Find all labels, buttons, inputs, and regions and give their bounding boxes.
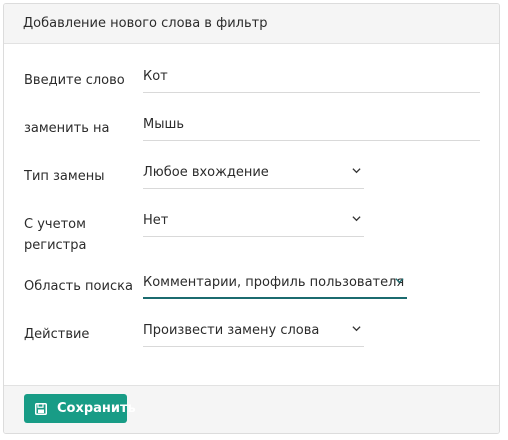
replace-input-value: Мышь (143, 117, 185, 132)
action-label: Действие (24, 327, 90, 342)
action-value: Произвести замену слова (143, 323, 320, 338)
chevron-down-icon (352, 168, 361, 174)
replace-type-label: Тип замены (24, 169, 105, 184)
word-input[interactable]: Кот (143, 65, 480, 93)
search-scope-label: Область поиска (24, 279, 133, 294)
chevron-down-icon (352, 216, 361, 222)
chevron-down-icon (352, 326, 361, 332)
add-word-filter-panel: Добавление нового слова в фильтр Введите… (3, 3, 500, 434)
save-button-label: Сохранить (57, 401, 136, 416)
floppy-disk-icon (35, 403, 47, 415)
search-scope-value: Комментарии, профиль пользователя (143, 275, 405, 290)
replace-type-select[interactable]: Любое вхождение (143, 161, 364, 189)
search-scope-select[interactable]: Комментарии, профиль пользователя (143, 271, 407, 299)
save-button[interactable]: Сохранить (24, 394, 136, 423)
case-label-line2: регистра (24, 238, 87, 253)
panel-header: Добавление нового слова в фильтр (4, 4, 499, 44)
word-input-value: Кот (143, 69, 168, 84)
action-select[interactable]: Произвести замену слова (143, 319, 364, 347)
replace-input[interactable]: Мышь (143, 113, 480, 141)
word-label: Введите слово (24, 73, 125, 88)
replace-type-value: Любое вхождение (143, 165, 269, 180)
case-label-line1: С учетом (24, 217, 86, 232)
case-sensitive-select[interactable]: Нет (143, 209, 364, 237)
case-label: С учетом регистра (24, 214, 86, 256)
case-sensitive-value: Нет (143, 213, 169, 228)
replace-label: заменить на (24, 121, 110, 136)
panel-title: Добавление нового слова в фильтр (23, 16, 268, 31)
chevron-down-icon (395, 278, 404, 284)
panel-footer: Сохранить (4, 385, 499, 433)
